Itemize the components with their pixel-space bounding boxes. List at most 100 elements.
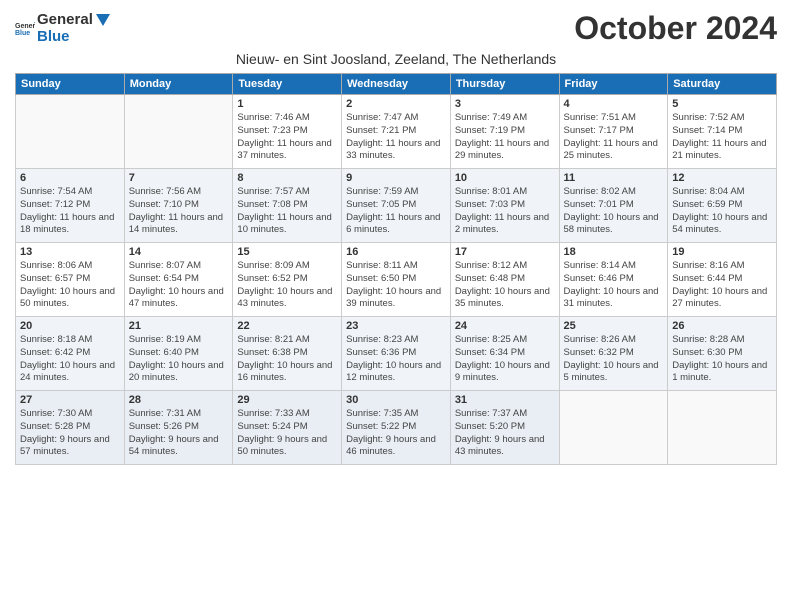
calendar-cell: 21 Sunrise: 8:19 AMSunset: 6:40 PMDayligh… [124,317,233,391]
day-info: Sunrise: 8:16 AMSunset: 6:44 PMDaylight:… [672,260,772,311]
day-number: 3 [455,98,555,110]
logo-icon: General Blue [15,18,35,38]
calendar-cell: 16 Sunrise: 8:11 AMSunset: 6:50 PMDayligh… [342,243,451,317]
day-info: Sunrise: 8:25 AMSunset: 6:34 PMDaylight:… [455,334,555,385]
day-info: Sunrise: 8:18 AMSunset: 6:42 PMDaylight:… [20,334,120,385]
day-info: Sunrise: 8:09 AMSunset: 6:52 PMDaylight:… [237,260,337,311]
calendar-cell: 5 Sunrise: 7:52 AMSunset: 7:14 PMDaylight… [668,95,777,169]
day-number: 1 [237,98,337,110]
calendar-cell: 26 Sunrise: 8:28 AMSunset: 6:30 PMDayligh… [668,317,777,391]
calendar-cell: 11 Sunrise: 8:02 AMSunset: 7:01 PMDayligh… [559,169,668,243]
calendar-cell [559,391,668,465]
day-info: Sunrise: 7:30 AMSunset: 5:28 PMDaylight:… [20,408,120,459]
calendar-cell: 4 Sunrise: 7:51 AMSunset: 7:17 PMDaylight… [559,95,668,169]
logo-blue-text: Blue [37,28,70,45]
day-number: 26 [672,320,772,332]
day-info: Sunrise: 7:35 AMSunset: 5:22 PMDaylight:… [346,408,446,459]
weekday-header: Saturday [668,74,777,95]
weekday-header: Tuesday [233,74,342,95]
day-number: 4 [564,98,664,110]
calendar-cell: 17 Sunrise: 8:12 AMSunset: 6:48 PMDayligh… [450,243,559,317]
calendar-cell: 2Sunrise: 7:47 AMSunset: 7:21 PMDaylight… [342,95,451,169]
day-info: Sunrise: 7:52 AMSunset: 7:14 PMDaylight:… [672,112,772,163]
calendar-cell: 25Sunrise: 8:26 AMSunset: 6:32 PMDayligh… [559,317,668,391]
logo-triangle-icon [94,10,112,28]
calendar-cell: 8Sunrise: 7:57 AMSunset: 7:08 PMDaylight… [233,169,342,243]
day-number: 5 [672,98,772,110]
day-number: 28 [129,394,229,406]
day-number: 31 [455,394,555,406]
page-title: October 2024 [574,10,777,47]
weekday-header: Monday [124,74,233,95]
calendar-cell: 31 Sunrise: 7:37 AMSunset: 5:20 PMDayligh… [450,391,559,465]
day-number: 6 [20,172,120,184]
calendar-cell: 18Sunrise: 8:14 AMSunset: 6:46 PMDayligh… [559,243,668,317]
day-number: 29 [237,394,337,406]
day-number: 18 [564,246,664,258]
calendar-cell: 29 Sunrise: 7:33 AMSunset: 5:24 PMDayligh… [233,391,342,465]
day-info: Sunrise: 8:12 AMSunset: 6:48 PMDaylight:… [455,260,555,311]
day-info: Sunrise: 8:19 AMSunset: 6:40 PMDaylight:… [129,334,229,385]
day-info: Sunrise: 7:46 AMSunset: 7:23 PMDaylight:… [237,112,337,163]
day-number: 14 [129,246,229,258]
day-info: Sunrise: 8:02 AMSunset: 7:01 PMDaylight:… [564,186,664,237]
header: General Blue General Blue October 2024 [15,10,777,47]
day-number: 12 [672,172,772,184]
day-info: Sunrise: 7:33 AMSunset: 5:24 PMDaylight:… [237,408,337,459]
calendar-week-row: 27 Sunrise: 7:30 AMSunset: 5:28 PMDayligh… [16,391,777,465]
calendar-cell: 30 Sunrise: 7:35 AMSunset: 5:22 PMDayligh… [342,391,451,465]
day-number: 21 [129,320,229,332]
day-number: 8 [237,172,337,184]
svg-text:Blue: Blue [15,30,30,37]
day-info: Sunrise: 7:54 AMSunset: 7:12 PMDaylight:… [20,186,120,237]
day-info: Sunrise: 8:07 AMSunset: 6:54 PMDaylight:… [129,260,229,311]
day-number: 23 [346,320,446,332]
calendar-cell: 28 Sunrise: 7:31 AMSunset: 5:26 PMDayligh… [124,391,233,465]
main-container: General Blue General Blue October 2024 N… [0,0,792,475]
day-info: Sunrise: 8:06 AMSunset: 6:57 PMDaylight:… [20,260,120,311]
day-info: Sunrise: 8:01 AMSunset: 7:03 PMDaylight:… [455,186,555,237]
day-info: Sunrise: 7:59 AMSunset: 7:05 PMDaylight:… [346,186,446,237]
calendar-cell: 14 Sunrise: 8:07 AMSunset: 6:54 PMDayligh… [124,243,233,317]
day-info: Sunrise: 8:23 AMSunset: 6:36 PMDaylight:… [346,334,446,385]
calendar-cell: 15 Sunrise: 8:09 AMSunset: 6:52 PMDayligh… [233,243,342,317]
day-info: Sunrise: 8:11 AMSunset: 6:50 PMDaylight:… [346,260,446,311]
day-info: Sunrise: 7:51 AMSunset: 7:17 PMDaylight:… [564,112,664,163]
day-number: 15 [237,246,337,258]
day-number: 17 [455,246,555,258]
calendar-cell: 20 Sunrise: 8:18 AMSunset: 6:42 PMDayligh… [16,317,125,391]
day-number: 25 [564,320,664,332]
day-info: Sunrise: 7:49 AMSunset: 7:19 PMDaylight:… [455,112,555,163]
calendar-cell: 7Sunrise: 7:56 AMSunset: 7:10 PMDaylight… [124,169,233,243]
calendar-cell: 9Sunrise: 7:59 AMSunset: 7:05 PMDaylight… [342,169,451,243]
calendar-week-row: 1 Sunrise: 7:46 AMSunset: 7:23 PMDaylight… [16,95,777,169]
day-number: 30 [346,394,446,406]
calendar-cell [16,95,125,169]
calendar-header-row: SundayMondayTuesdayWednesdayThursdayFrid… [16,74,777,95]
calendar-table: SundayMondayTuesdayWednesdayThursdayFrid… [15,73,777,465]
day-info: Sunrise: 8:28 AMSunset: 6:30 PMDaylight:… [672,334,772,385]
weekday-header: Wednesday [342,74,451,95]
day-number: 16 [346,246,446,258]
logo-general-text: General [37,11,93,28]
day-info: Sunrise: 7:56 AMSunset: 7:10 PMDaylight:… [129,186,229,237]
calendar-cell [668,391,777,465]
day-number: 24 [455,320,555,332]
calendar-cell: 10 Sunrise: 8:01 AMSunset: 7:03 PMDayligh… [450,169,559,243]
day-number: 19 [672,246,772,258]
day-number: 20 [20,320,120,332]
calendar-cell: 12Sunrise: 8:04 AMSunset: 6:59 PMDayligh… [668,169,777,243]
calendar-cell: 24 Sunrise: 8:25 AMSunset: 6:34 PMDayligh… [450,317,559,391]
weekday-header: Sunday [16,74,125,95]
weekday-header: Thursday [450,74,559,95]
day-info: Sunrise: 7:37 AMSunset: 5:20 PMDaylight:… [455,408,555,459]
day-number: 11 [564,172,664,184]
day-number: 10 [455,172,555,184]
calendar-cell: 22Sunrise: 8:21 AMSunset: 6:38 PMDayligh… [233,317,342,391]
calendar-cell: 1 Sunrise: 7:46 AMSunset: 7:23 PMDaylight… [233,95,342,169]
day-info: Sunrise: 7:31 AMSunset: 5:26 PMDaylight:… [129,408,229,459]
day-number: 27 [20,394,120,406]
weekday-header: Friday [559,74,668,95]
calendar-week-row: 6 Sunrise: 7:54 AMSunset: 7:12 PMDaylight… [16,169,777,243]
day-number: 13 [20,246,120,258]
